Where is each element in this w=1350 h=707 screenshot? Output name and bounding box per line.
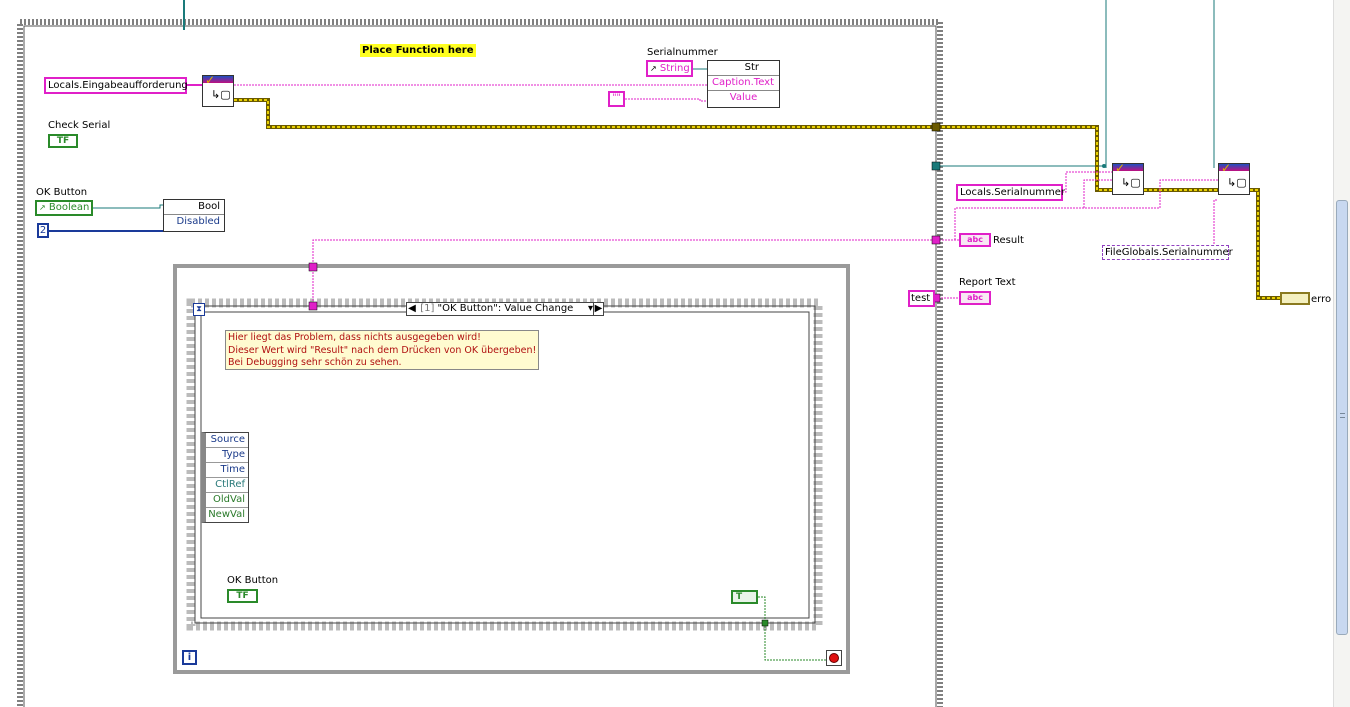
locals-eingabeaufforderung[interactable]: Locals.Eingabeaufforderung <box>44 77 188 94</box>
report-text-glyph: abc <box>967 293 983 302</box>
error-cluster-indicator[interactable] <box>1280 292 1310 305</box>
event-case-index: [1] <box>420 303 435 314</box>
node-glyph-icon: ↳▢ <box>211 88 231 101</box>
bool-property-node[interactable]: Bool Disabled <box>163 199 225 232</box>
event-selector[interactable]: ◀ [1] "OK Button": Value Change ▾ ▶ <box>406 302 604 316</box>
str-node-header: Str <box>744 62 759 73</box>
loop-iteration-terminal: i <box>182 650 197 665</box>
event-data-type[interactable]: Type <box>206 448 248 463</box>
check-serial-control[interactable]: TF <box>48 134 78 148</box>
error-label: erro <box>1311 294 1332 305</box>
vertical-scrollbar[interactable] <box>1333 0 1350 707</box>
checkmark-icon: ✓ <box>1221 161 1232 175</box>
bool-node-prop: Disabled <box>176 216 220 227</box>
event-data-oldval[interactable]: OldVal <box>206 493 248 508</box>
event-data-time[interactable]: Time <box>206 463 248 478</box>
serialnummer-string-control[interactable]: ↗ String <box>646 60 693 77</box>
ok-button-boolean-control[interactable]: ↗ Boolean <box>35 200 93 216</box>
str-node-prop1: Caption.Text <box>712 77 775 88</box>
result-label: Result <box>993 235 1024 246</box>
loop-stop-terminal-icon[interactable] <box>826 650 842 666</box>
invoke-node-3[interactable]: ✓ ↳▢ <box>1218 161 1250 195</box>
empty-string-constant[interactable]: "" <box>608 91 625 107</box>
comment-line-3: Bei Debugging sehr schön zu sehen. <box>228 357 402 368</box>
fileglobals-serialnummer[interactable]: FileGlobals.Serialnummer <box>1102 245 1233 260</box>
report-text-indicator[interactable]: abc <box>959 291 991 305</box>
invoke-node-1[interactable]: ✓ ↳▢ <box>202 73 234 107</box>
reference-icon: ↗ <box>650 64 657 73</box>
checkmark-icon: ✓ <box>1115 161 1126 175</box>
bool-node-header: Bool <box>198 201 220 212</box>
ok-button-boolean-text: Boolean <box>48 202 90 213</box>
serialnummer-label: Serialnummer <box>647 47 718 58</box>
report-text-constant[interactable]: test <box>908 290 935 307</box>
true-constant[interactable]: T <box>731 590 758 604</box>
check-serial-label: Check Serial <box>48 120 111 131</box>
event-data-newval[interactable]: NewVal <box>206 508 248 522</box>
serialnummer-string-text: String <box>659 63 690 74</box>
report-text-label: Report Text <box>959 277 1016 288</box>
comment-line-1: Hier liegt das Problem, dass nichts ausg… <box>228 332 481 343</box>
place-function-label: Place Function here <box>360 44 476 57</box>
str-property-node[interactable]: Str Caption.Text Value <box>707 60 780 108</box>
scrollbar-thumb[interactable] <box>1336 200 1348 635</box>
event-structure-hourglass-icon: ⧗ <box>193 303 205 316</box>
ok-button-outer-label: OK Button <box>36 187 88 198</box>
reference-icon: ↗ <box>39 203 46 212</box>
node-glyph-icon: ↳▢ <box>1121 176 1141 189</box>
event-case-name: "OK Button": Value Change <box>437 303 574 314</box>
invoke-node-2[interactable]: ✓ ↳▢ <box>1112 161 1144 195</box>
node-glyph-icon: ↳▢ <box>1227 176 1247 189</box>
numeric-constant[interactable]: 2 <box>37 223 49 238</box>
ok-button-inner-terminal[interactable]: TF <box>227 589 258 603</box>
locals-serialnummer[interactable]: Locals.Serialnummer <box>956 184 1065 201</box>
event-data-source[interactable]: Source <box>206 433 248 448</box>
next-case-icon[interactable]: ▶ <box>593 303 603 315</box>
event-data-ctlref[interactable]: CtlRef <box>206 478 248 493</box>
str-node-prop2: Value <box>729 92 758 103</box>
comment-line-2: Dieser Wert wird "Result" nach dem Drück… <box>228 344 537 356</box>
result-indicator[interactable]: abc <box>959 233 991 247</box>
prev-case-icon[interactable]: ◀ <box>407 303 417 315</box>
ok-button-inner-label: OK Button <box>227 575 279 586</box>
problem-comment: Hier liegt das Problem, dass nichts ausg… <box>225 330 539 370</box>
event-data-node[interactable]: Source Type Time CtlRef OldVal NewVal <box>201 432 249 523</box>
result-glyph: abc <box>967 235 983 244</box>
checkmark-icon: ✓ <box>205 73 216 87</box>
